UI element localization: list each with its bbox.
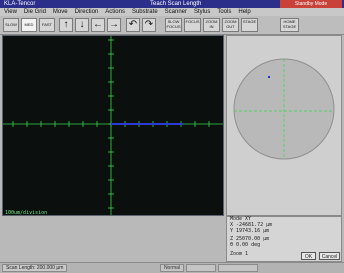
rotate-cw-button[interactable]: ↷: [142, 18, 156, 32]
y-readout: Y 19743.16 µm: [230, 228, 270, 234]
move-left-button[interactable]: ←: [91, 18, 105, 32]
status-bar: Scan Length: 200.000 µm Normal: [0, 262, 344, 273]
zoom-out-button[interactable]: ZOOM OUT: [222, 18, 239, 32]
speed-med-button[interactable]: MED: [21, 18, 37, 32]
menu-tools[interactable]: Tools: [217, 8, 231, 16]
move-down-button[interactable]: ↓: [75, 18, 89, 32]
wafer-map-panel: [226, 35, 342, 216]
title-bar: KLA-Tencor Teach Scan Length Standby Mod…: [0, 0, 344, 8]
scan-length-field: Scan Length: 200.000 µm: [2, 264, 68, 272]
menu-stylus[interactable]: Stylus: [194, 8, 210, 16]
slow-focus-button[interactable]: SLOW FOCUS: [165, 18, 182, 32]
window-title: Teach Scan Length: [150, 1, 202, 7]
toolbar: SLOW MED FAST ↑ ↓ ← → ↶ ↷ SLOW FOCUS FOC…: [0, 16, 344, 35]
scale-label: 100um/division: [5, 210, 48, 216]
cancel-button[interactable]: Cancel: [319, 252, 340, 260]
stage-button[interactable]: STAGE: [241, 18, 258, 32]
zoom-readout: Zoom 1: [230, 251, 249, 257]
ok-button[interactable]: OK: [301, 252, 316, 260]
menu-help[interactable]: Help: [238, 8, 250, 16]
crosshair-overlay: [3, 36, 223, 215]
zoom-in-button[interactable]: ZOOM IN: [203, 18, 220, 32]
rotate-ccw-button[interactable]: ↶: [126, 18, 140, 32]
scan-view[interactable]: 100um/division: [2, 35, 224, 216]
app-title: KLA-Tencor: [4, 1, 36, 7]
wafer-position-marker: [268, 76, 270, 78]
speed-slow-button[interactable]: SLOW: [3, 18, 19, 32]
focus-button[interactable]: FOCUS: [184, 18, 201, 32]
menu-view[interactable]: View: [4, 8, 17, 16]
status-field: Normal: [160, 264, 184, 272]
status-field-empty: [186, 264, 216, 272]
move-up-button[interactable]: ↑: [59, 18, 73, 32]
home-stage-button[interactable]: HOME STAGE: [280, 18, 299, 32]
menu-die-grid[interactable]: Die Grid: [24, 8, 46, 16]
position-info-panel: Mode XY X -24681.72 µm Y 19743.16 µm Z 2…: [226, 216, 342, 262]
wafer-map[interactable]: [227, 36, 341, 215]
menu-direction[interactable]: Direction: [75, 8, 99, 16]
menu-scanner[interactable]: Scanner: [165, 8, 187, 16]
menu-substrate[interactable]: Substrate: [132, 8, 158, 16]
status-field-empty-2: [218, 264, 258, 272]
status-chip: Standby Mode: [280, 0, 342, 8]
menu-bar: View Die Grid Move Direction Actions Sub…: [0, 8, 344, 16]
move-right-button[interactable]: →: [107, 18, 121, 32]
menu-actions[interactable]: Actions: [105, 8, 125, 16]
speed-fast-button[interactable]: FAST: [39, 18, 55, 32]
theta-readout: θ 0.00 deg: [230, 242, 261, 248]
menu-move[interactable]: Move: [53, 8, 68, 16]
